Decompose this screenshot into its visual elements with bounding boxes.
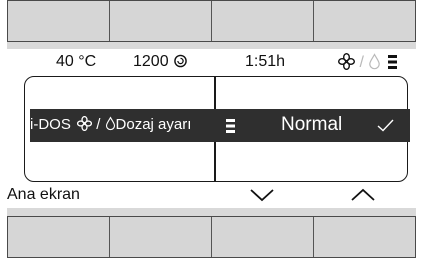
remaining-time: 1:51h [245,53,286,70]
dose-level-icon [387,55,397,69]
footer-bar: Ana ekran [7,183,416,207]
softkey-top-1[interactable] [8,1,110,41]
dosing-setting-row[interactable]: i-DOS / Dozaj ayarı Normal [30,109,410,142]
temperature-readout: 40 °C [56,53,97,70]
lower-bezel-band [7,208,416,216]
appliance-control-panel: 40 °C 1200 1:51h / i-DOS / Dozaj ayarı N… [0,0,424,259]
top-softkey-row [7,0,416,42]
softkey-bottom-1[interactable] [8,217,110,257]
softkey-bottom-2[interactable] [110,217,212,257]
dosing-label: Dozaj ayarı [115,116,192,133]
softkey-top-3[interactable] [212,1,314,41]
flower-detergent-icon [338,53,355,70]
softkey-bottom-4[interactable] [314,217,415,257]
bottom-softkey-row [7,216,416,258]
water-drop-icon [105,116,115,131]
home-screen-label[interactable]: Ana ekran [7,186,80,204]
chevron-down-icon[interactable] [249,187,275,203]
softkey-top-4[interactable] [314,1,415,41]
display-screen: 40 °C 1200 1:51h / i-DOS / Dozaj ayarı N… [7,49,416,208]
idos-label: i-DOS [30,116,71,133]
dosing-setting-label: i-DOS / Dozaj ayarı [30,116,191,133]
selection-slash: / [96,116,101,133]
chevron-up-icon[interactable] [350,187,376,203]
flower-detergent-icon [77,116,93,131]
status-bar: 40 °C 1200 1:51h / [7,49,416,73]
spin-swirl-icon [174,54,187,68]
dosing-value: Normal [281,114,343,135]
dose-level-icon [226,119,235,133]
spin-readout: 1200 [133,53,188,71]
spin-speed-value: 1200 [133,53,169,70]
softkey-top-2[interactable] [110,1,212,41]
dosing-status-icons: / [338,53,398,72]
status-slash: / [359,54,364,71]
water-drop-icon [369,53,381,70]
checkmark-icon [377,119,394,132]
softkey-bottom-3[interactable] [212,217,314,257]
